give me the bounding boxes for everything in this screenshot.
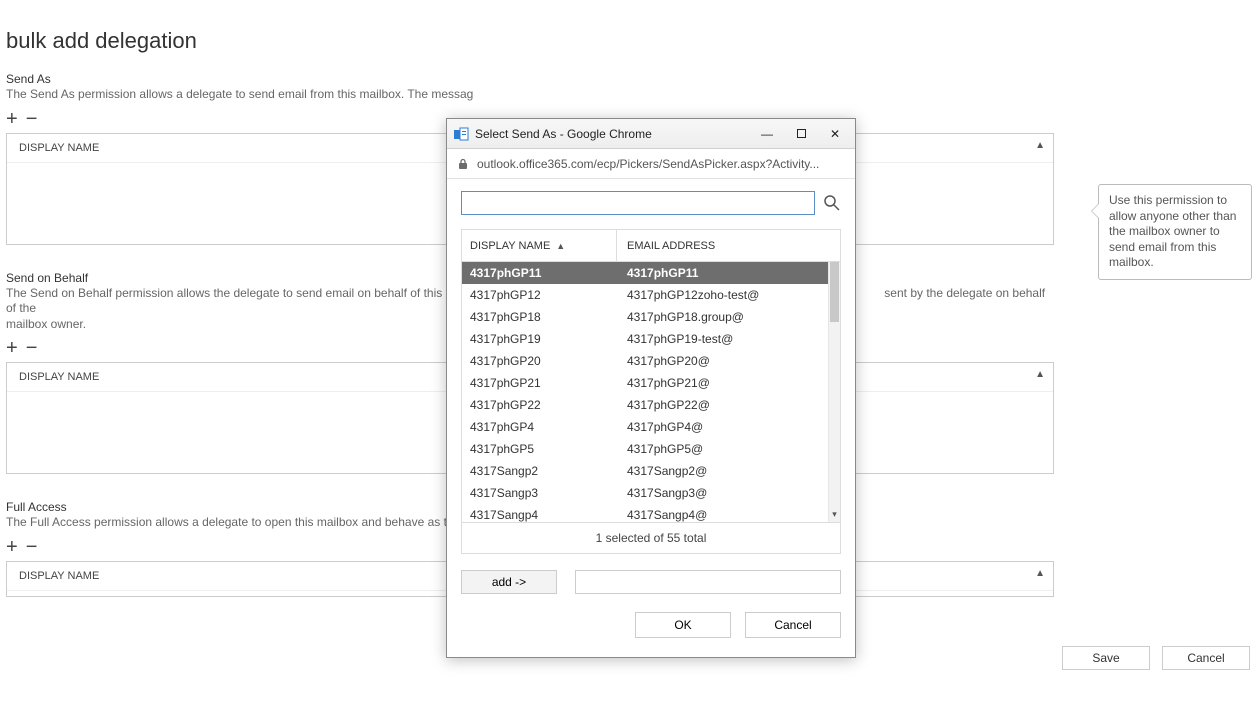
- table-row[interactable]: 4317phGP124317phGP12zoho-test@: [462, 284, 840, 306]
- remove-icon[interactable]: −: [26, 338, 38, 358]
- table-row[interactable]: 4317phGP44317phGP4@: [462, 416, 840, 438]
- table-row[interactable]: 4317phGP54317phGP5@: [462, 438, 840, 460]
- grid-status: 1 selected of 55 total: [462, 522, 840, 553]
- sort-caret-icon[interactable]: ▲: [1035, 140, 1045, 151]
- section-description: The Send As permission allows a delegate…: [6, 87, 1054, 103]
- column-header-email[interactable]: EMAIL ADDRESS: [617, 240, 840, 252]
- cell-email: 4317phGP11: [617, 266, 828, 280]
- table-row[interactable]: 4317phGP194317phGP19-test@: [462, 328, 840, 350]
- table-row[interactable]: 4317phGP214317phGP21@: [462, 372, 840, 394]
- table-row[interactable]: 4317phGP224317phGP22@: [462, 394, 840, 416]
- page-title: bulk add delegation: [6, 28, 1258, 54]
- cell-email: 4317phGP20@: [617, 354, 828, 368]
- search-input[interactable]: [461, 191, 815, 215]
- cell-email: 4317Sangp2@: [617, 464, 828, 478]
- sort-asc-icon: ▲: [556, 241, 565, 251]
- scrollbar[interactable]: ▾: [828, 262, 840, 522]
- table-row[interactable]: 4317phGP184317phGP18.group@: [462, 306, 840, 328]
- permission-tooltip: Use this permission to allow anyone othe…: [1098, 184, 1252, 280]
- cell-display-name: 4317phGP4: [462, 420, 617, 434]
- cell-display-name: 4317phGP5: [462, 442, 617, 456]
- cell-email: 4317Sangp4@: [617, 508, 828, 522]
- save-button[interactable]: Save: [1062, 646, 1150, 670]
- add-icon[interactable]: +: [6, 338, 18, 358]
- app-icon: [453, 126, 469, 142]
- cell-email: 4317phGP5@: [617, 442, 828, 456]
- search-icon[interactable]: [823, 194, 841, 212]
- address-bar: outlook.office365.com/ecp/Pickers/SendAs…: [447, 149, 855, 179]
- select-send-as-dialog: Select Send As - Google Chrome — ✕ outlo…: [446, 118, 856, 658]
- window-title: Select Send As - Google Chrome: [475, 127, 747, 141]
- grid-header: DISPLAY NAME ▲ EMAIL ADDRESS: [462, 230, 840, 262]
- table-row[interactable]: 4317Sangp44317Sangp4@: [462, 504, 840, 522]
- add-target-input[interactable]: [575, 570, 841, 594]
- sort-caret-icon[interactable]: ▲: [1035, 369, 1045, 380]
- cell-email: 4317phGP12zoho-test@: [617, 288, 828, 302]
- table-row[interactable]: 4317Sangp34317Sangp3@: [462, 482, 840, 504]
- cell-display-name: 4317Sangp2: [462, 464, 617, 478]
- scroll-down-icon[interactable]: ▾: [829, 509, 840, 520]
- maximize-button[interactable]: [787, 124, 815, 144]
- table-row[interactable]: 4317phGP114317phGP11: [462, 262, 840, 284]
- minimize-button[interactable]: —: [753, 124, 781, 144]
- picker-grid: DISPLAY NAME ▲ EMAIL ADDRESS 4317phGP114…: [461, 229, 841, 554]
- window-titlebar: Select Send As - Google Chrome — ✕: [447, 119, 855, 149]
- section-heading: Send As: [6, 72, 1054, 86]
- grid-body[interactable]: 4317phGP114317phGP114317phGP124317phGP12…: [462, 262, 840, 522]
- remove-icon[interactable]: −: [26, 109, 38, 129]
- cell-display-name: 4317Sangp3: [462, 486, 617, 500]
- cell-display-name: 4317phGP11: [462, 266, 617, 280]
- table-row[interactable]: 4317phGP204317phGP20@: [462, 350, 840, 372]
- cell-email: 4317phGP22@: [617, 398, 828, 412]
- close-button[interactable]: ✕: [821, 124, 849, 144]
- dialog-cancel-button[interactable]: Cancel: [745, 612, 841, 638]
- cell-email: 4317phGP19-test@: [617, 332, 828, 346]
- cell-email: 4317phGP4@: [617, 420, 828, 434]
- scroll-thumb[interactable]: [830, 262, 839, 322]
- ok-button[interactable]: OK: [635, 612, 731, 638]
- cell-display-name: 4317phGP22: [462, 398, 617, 412]
- lock-icon: [457, 158, 469, 170]
- cancel-button[interactable]: Cancel: [1162, 646, 1250, 670]
- cell-email: 4317phGP18.group@: [617, 310, 828, 324]
- cell-display-name: 4317phGP19: [462, 332, 617, 346]
- cell-email: 4317Sangp3@: [617, 486, 828, 500]
- cell-display-name: 4317phGP18: [462, 310, 617, 324]
- add-button[interactable]: add ->: [461, 570, 557, 594]
- sort-caret-icon[interactable]: ▲: [1035, 568, 1045, 579]
- add-icon[interactable]: +: [6, 109, 18, 129]
- address-text: outlook.office365.com/ecp/Pickers/SendAs…: [477, 157, 845, 171]
- add-icon[interactable]: +: [6, 537, 18, 557]
- cell-display-name: 4317phGP21: [462, 376, 617, 390]
- cell-email: 4317phGP21@: [617, 376, 828, 390]
- remove-icon[interactable]: −: [26, 537, 38, 557]
- column-header-display-name[interactable]: DISPLAY NAME ▲: [462, 230, 617, 261]
- cell-display-name: 4317phGP12: [462, 288, 617, 302]
- cell-display-name: 4317Sangp4: [462, 508, 617, 522]
- cell-display-name: 4317phGP20: [462, 354, 617, 368]
- table-row[interactable]: 4317Sangp24317Sangp2@: [462, 460, 840, 482]
